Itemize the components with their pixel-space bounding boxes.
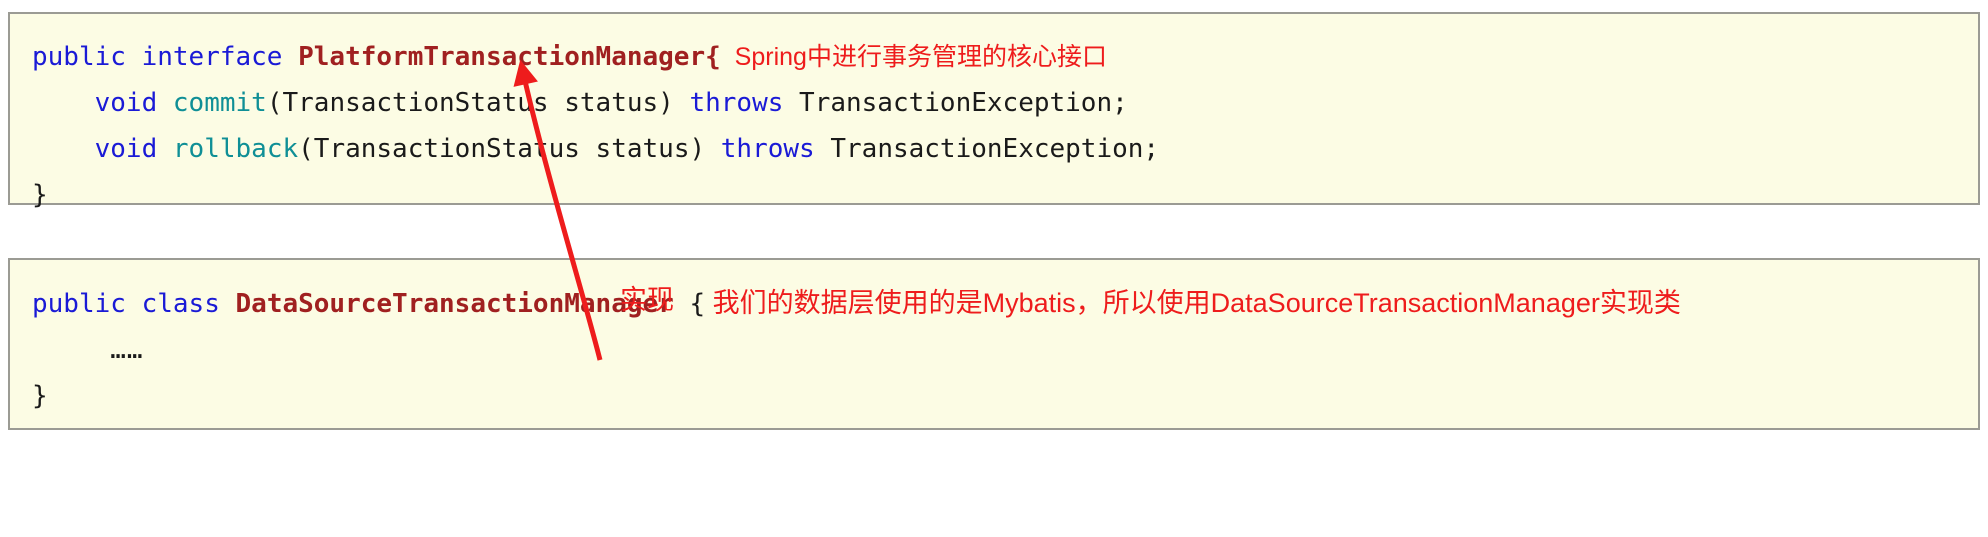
exception-type: TransactionException; [783, 88, 1128, 118]
keyword-public: public [32, 289, 126, 319]
open-brace: { [673, 289, 706, 319]
type-name-platformtransactionmanager: PlatformTransactionManager [298, 42, 706, 72]
code-line-ellipsis: …… [10, 327, 1978, 373]
keyword-void: void [94, 88, 158, 118]
code-block-class: public class DataSourceTransactionManage… [8, 258, 1980, 430]
ellipsis-placeholder: …… [110, 335, 144, 365]
exception-type: TransactionException; [814, 134, 1160, 164]
code-line-class-close: } [10, 373, 1978, 419]
keyword-class: class [141, 289, 220, 319]
type-name-datasourcetransactionmanager: DataSourceTransactionManager [235, 289, 674, 319]
method-parameters: (TransactionStatus status) [266, 88, 690, 118]
code-line-interface-close: } [10, 172, 1978, 218]
keyword-void: void [94, 134, 158, 164]
keyword-public: public [32, 42, 126, 72]
keyword-throws: throws [720, 134, 815, 164]
method-name-commit: commit [172, 88, 267, 118]
code-line-commit-method: void commit(TransactionStatus status) th… [10, 80, 1978, 126]
keyword-throws: throws [689, 88, 784, 118]
diagram-canvas: public interface PlatformTransactionMana… [0, 0, 1988, 537]
annotation-interface-purpose: Spring中进行事务管理的核心接口 [720, 43, 1107, 71]
method-parameters: (TransactionStatus status) [298, 134, 721, 164]
annotation-class-purpose: 我们的数据层使用的是Mybatis，所以使用DataSourceTransact… [705, 288, 1681, 318]
implements-arrow-label: 实现 [620, 285, 674, 315]
close-brace: } [32, 381, 48, 411]
close-brace: } [32, 180, 48, 210]
open-brace: { [705, 42, 721, 72]
code-line-rollback-method: void rollback(TransactionStatus status) … [10, 126, 1978, 172]
code-line-class-declaration: public class DataSourceTransactionManage… [10, 280, 1978, 327]
code-line-interface-declaration: public interface PlatformTransactionMana… [10, 34, 1978, 80]
code-block-interface: public interface PlatformTransactionMana… [8, 12, 1980, 210]
method-name-rollback: rollback [172, 134, 299, 164]
keyword-interface: interface [141, 42, 283, 72]
